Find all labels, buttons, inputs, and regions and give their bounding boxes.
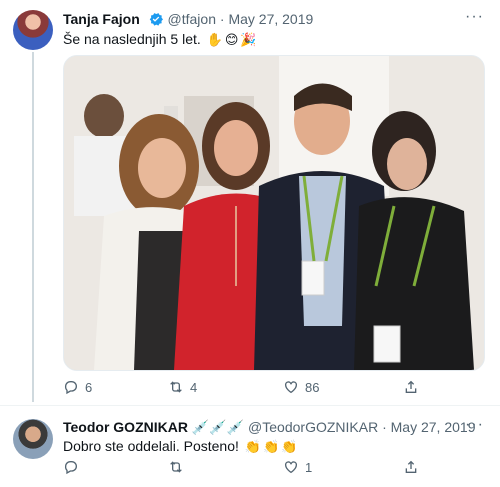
share-button[interactable] xyxy=(403,379,419,395)
verified-badge-icon xyxy=(148,11,164,31)
tweet-text: Dobro ste oddelali. Posteno! 👏 👏 👏 xyxy=(63,437,297,456)
clapping-emoji: 👏 xyxy=(262,439,280,454)
tweet-text: Še na naslednjih 5 let. ✋ 😊 🎉 xyxy=(63,30,257,49)
reply-button[interactable]: 6 xyxy=(63,379,92,395)
clapping-emoji: 👏 xyxy=(281,439,298,454)
reply-icon xyxy=(64,461,77,475)
raised-hand-emoji: ✋ xyxy=(206,32,223,47)
more-icon[interactable]: ··· xyxy=(465,416,484,434)
avatar[interactable] xyxy=(13,10,53,50)
name-emoji-suffix: 💉💉💉 xyxy=(191,419,245,435)
retweet-icon xyxy=(170,381,182,393)
author-handle[interactable]: @TeodorGOZNIKAR xyxy=(248,419,378,435)
clapping-emoji: 👏 xyxy=(244,439,261,454)
more-icon[interactable]: ··· xyxy=(465,8,484,26)
share-icon xyxy=(405,380,417,393)
reply-icon xyxy=(64,381,77,395)
tweet-date[interactable]: May 27, 2019 xyxy=(228,11,313,27)
separator-dot: · xyxy=(382,419,387,435)
retweet-button[interactable] xyxy=(168,459,190,475)
tweet-photo[interactable] xyxy=(63,55,485,371)
retweet-count: 4 xyxy=(190,379,198,395)
divider xyxy=(0,405,500,406)
party-popper-emoji: 🎉 xyxy=(240,32,257,47)
tweet-header: Tanja Fajon @tfajon · May 27, 2019 xyxy=(63,10,313,31)
tweet-text-content: Dobro ste oddelali. Posteno! xyxy=(63,438,239,454)
tweet-actions: 6 4 86 xyxy=(63,379,483,401)
photo-illustration xyxy=(64,56,484,370)
tweet-text-content: Še na naslednjih 5 let. xyxy=(63,31,201,47)
smiling-face-emoji: 😊 xyxy=(224,32,239,47)
retweet-button[interactable]: 4 xyxy=(168,379,197,395)
like-count: 1 xyxy=(305,459,313,475)
thread-line xyxy=(32,52,34,402)
like-button[interactable]: 86 xyxy=(283,379,319,395)
share-button[interactable] xyxy=(403,459,419,475)
avatar[interactable] xyxy=(13,419,53,459)
tweet-actions: 1 xyxy=(63,459,483,481)
tweet-header: Teodor GOZNIKAR 💉💉💉 @TeodorGOZNIKAR · Ma… xyxy=(63,418,475,436)
like-icon xyxy=(285,461,297,474)
separator-dot: · xyxy=(219,11,225,27)
author-name[interactable]: Teodor GOZNIKAR xyxy=(63,419,188,435)
share-icon xyxy=(405,460,417,473)
author-handle[interactable]: @tfajon xyxy=(168,11,216,27)
like-button[interactable]: 1 xyxy=(283,459,312,475)
retweet-icon xyxy=(170,461,182,473)
tweet-date[interactable]: May 27, 2019 xyxy=(391,419,476,435)
reply-button[interactable] xyxy=(63,459,85,475)
reply-count: 6 xyxy=(85,379,93,395)
like-count: 86 xyxy=(305,379,320,395)
like-icon xyxy=(285,381,297,394)
author-name[interactable]: Tanja Fajon xyxy=(63,11,140,27)
